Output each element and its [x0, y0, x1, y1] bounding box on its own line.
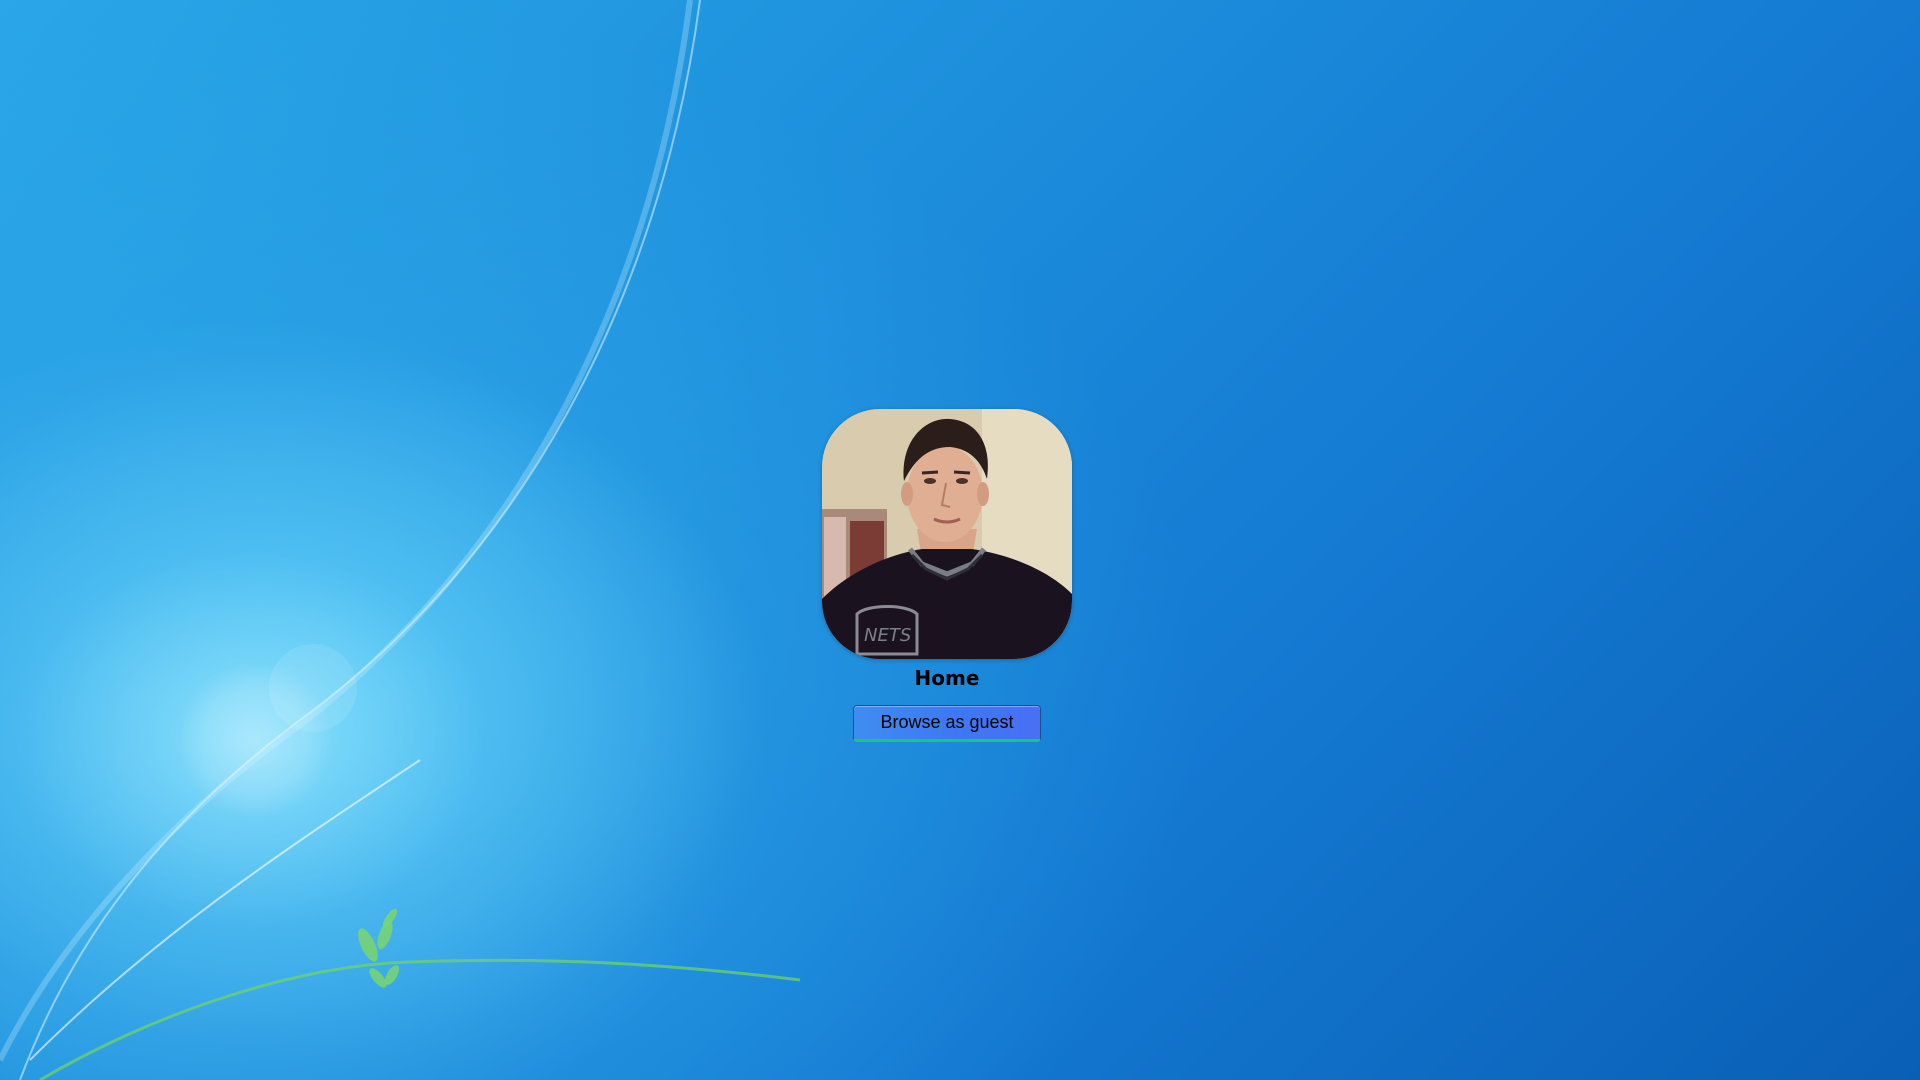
login-panel: NETS Home Browse as guest: [822, 409, 1072, 742]
user-photo-icon: NETS: [822, 409, 1072, 659]
svg-text:NETS: NETS: [864, 625, 911, 646]
vine: [39, 958, 801, 1080]
user-avatar[interactable]: NETS: [822, 409, 1072, 659]
lens-flare: [269, 644, 357, 732]
light-streak: [19, 0, 701, 1080]
light-streak: [0, 0, 693, 1062]
leaf-sprig: [358, 908, 399, 988]
browse-as-guest-button[interactable]: Browse as guest: [853, 705, 1041, 742]
user-name: Home: [914, 666, 980, 690]
